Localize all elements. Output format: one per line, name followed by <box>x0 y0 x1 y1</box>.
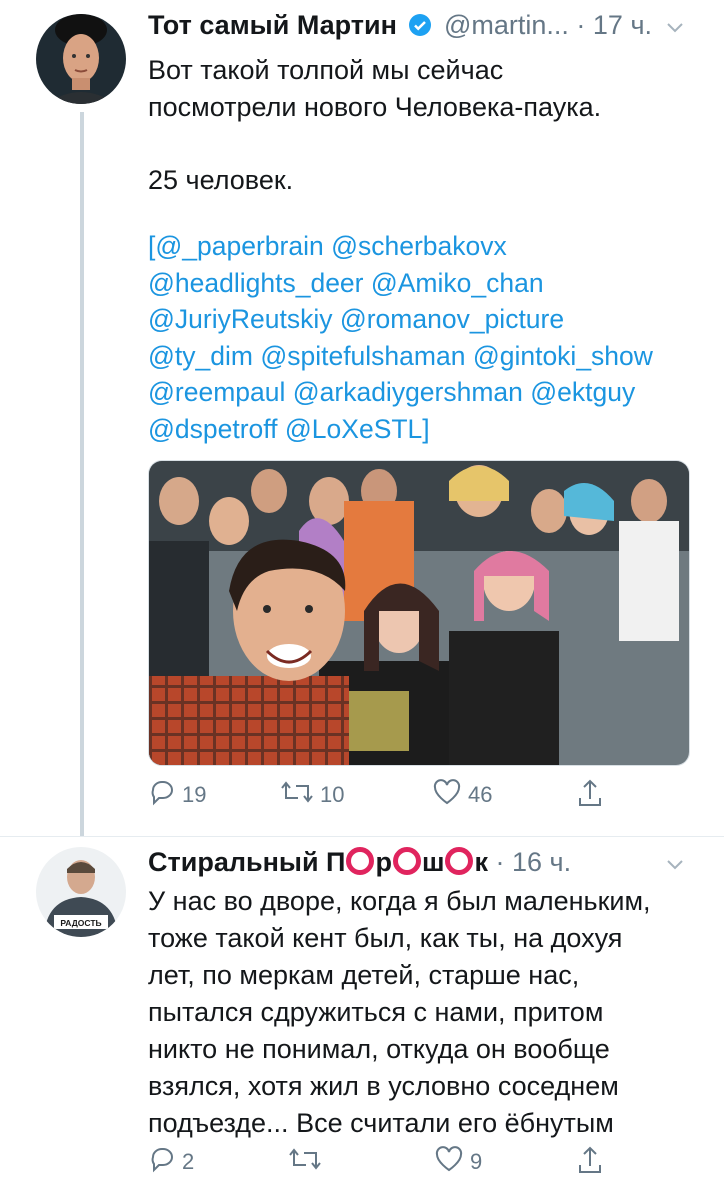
tweet-actions: 19 10 46 <box>148 778 628 818</box>
tweet-1[interactable]: Тот самый Мартин @martin... · 17 ч. Вот … <box>0 0 724 836</box>
author-name-part: к <box>474 847 488 877</box>
share-button[interactable] <box>576 778 604 814</box>
avatar[interactable] <box>36 14 126 104</box>
tweet-text-line: Вот такой толпой мы сейчас <box>148 55 504 85</box>
like-icon <box>434 1145 464 1179</box>
verified-badge-icon <box>408 13 432 44</box>
author-name[interactable]: Тот самый Мартин <box>148 10 397 40</box>
tweet-header: Тот самый Мартин @martin... · 17 ч. <box>148 10 700 50</box>
thread-connector-line <box>80 112 84 836</box>
reply-button[interactable]: 19 <box>148 778 206 812</box>
retweet-count: 10 <box>320 782 345 807</box>
mentions-list[interactable]: [@_paperbrain @scherbakovx @headlights_d… <box>148 228 704 447</box>
chevron-down-icon[interactable] <box>664 14 686 45</box>
author-name[interactable]: Стиральный П ршк <box>148 847 488 877</box>
like-button[interactable]: 9 <box>434 1145 482 1179</box>
chevron-down-icon[interactable] <box>664 851 686 882</box>
author-handle[interactable]: @martin... <box>444 10 569 40</box>
reply-count: 19 <box>182 782 207 807</box>
tweet-actions: 2 9 <box>148 1145 628 1185</box>
retweet-icon <box>288 1145 322 1179</box>
reply-count: 2 <box>182 1149 195 1174</box>
reply-button[interactable]: 2 <box>148 1145 194 1179</box>
like-button[interactable]: 46 <box>432 778 492 812</box>
reply-icon <box>148 1145 176 1179</box>
tweet-photo[interactable] <box>148 460 690 766</box>
timestamp[interactable]: · 16 ч. <box>496 847 572 877</box>
like-count: 9 <box>470 1149 483 1174</box>
red-circle-emoji-icon <box>392 847 421 875</box>
share-icon <box>576 1145 604 1181</box>
share-button[interactable] <box>576 1145 604 1181</box>
author-name-part: р <box>375 847 392 877</box>
tweet-2[interactable]: РАДОСТЬ Стиральный П ршк · 16 ч. У нас во… <box>0 837 724 1200</box>
share-icon <box>576 778 604 814</box>
tweet-header: Стиральный П ршк · 16 ч. <box>148 847 700 887</box>
like-icon <box>432 778 462 812</box>
like-count: 46 <box>468 782 493 807</box>
author-name-part: ш <box>421 847 445 877</box>
retweet-icon <box>280 778 314 812</box>
timestamp[interactable]: · 17 ч. <box>576 10 652 40</box>
tweet-text-line: 25 человек. <box>148 164 294 195</box>
red-circle-emoji-icon <box>346 847 375 875</box>
tweet-text: Вот такой толпой мы сейчас посмотрели но… <box>148 52 704 198</box>
tweet-text: У нас во дворе, когда я был маленьким, т… <box>148 886 651 1138</box>
tweet-text-line: посмотрели нового Человека-паука. <box>148 91 602 122</box>
author-name-part: Стиральный П <box>148 847 346 877</box>
red-circle-emoji-icon <box>445 847 474 875</box>
reply-icon <box>148 778 176 812</box>
retweet-button[interactable]: 10 <box>280 778 344 812</box>
avatar[interactable]: РАДОСТЬ <box>36 847 126 937</box>
avatar-shirt-text: РАДОСТЬ <box>60 918 101 928</box>
retweet-button[interactable] <box>288 1145 328 1179</box>
